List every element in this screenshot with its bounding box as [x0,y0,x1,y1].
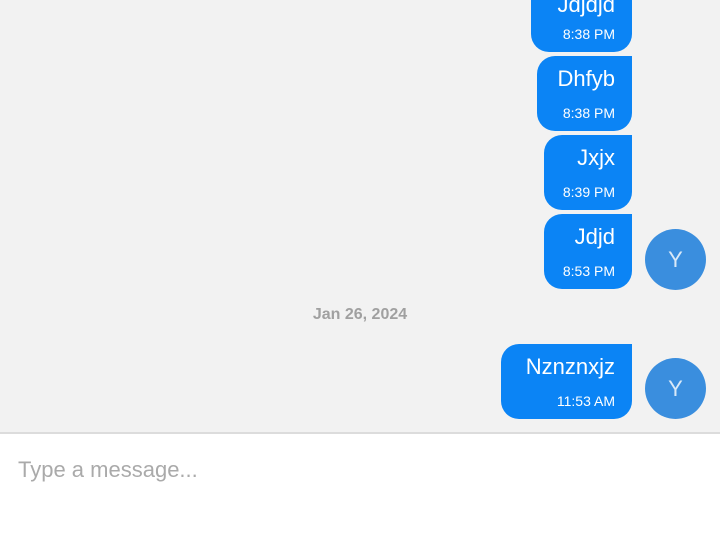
message-bubble[interactable]: Dhfyb 8:38 PM [537,56,632,131]
message-text: Nznznxjz [525,354,615,379]
chat-messages-area[interactable]: Jdjdjd 8:38 PM Dhfyb 8:38 PM Jxjx 8:39 P… [0,0,720,432]
message-input[interactable] [0,434,720,506]
message-composer [0,432,720,540]
message-bubble[interactable]: Jdjdjd 8:38 PM [531,0,632,52]
message-bubble[interactable]: Jxjx 8:39 PM [544,135,632,210]
message-bubble[interactable]: Nznznxjz 11:53 AM [501,344,632,419]
message-text: Dhfyb [557,66,615,91]
avatar-initial: Y [668,375,683,401]
message-text: Jdjdjd [557,0,615,17]
message-time: 8:53 PM [562,263,615,279]
message-time: 8:39 PM [562,184,615,200]
message-bubble[interactable]: Jdjd 8:53 PM [544,214,632,289]
message-time: 11:53 AM [556,393,615,409]
user-avatar[interactable]: Y [645,358,706,419]
message-text: Jdjd [574,224,615,249]
message-text: Jxjx [577,145,615,170]
message-time: 8:38 PM [562,105,615,121]
message-time: 8:38 PM [562,26,615,42]
date-separator: Jan 26, 2024 [312,306,408,323]
avatar-initial: Y [668,246,683,272]
user-avatar[interactable]: Y [645,229,706,290]
